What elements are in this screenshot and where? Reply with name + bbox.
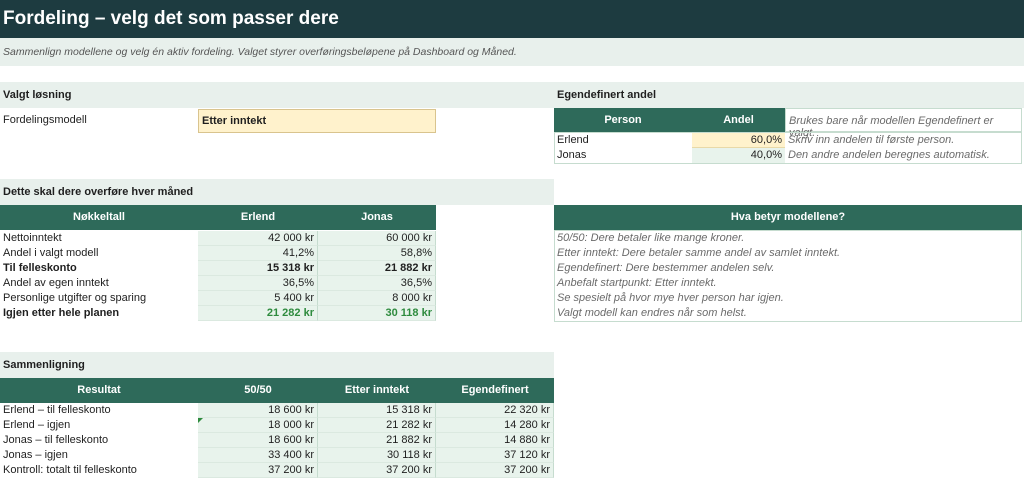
comparison-value: 30 118 kr: [318, 448, 436, 463]
comparison-row-label: Kontroll: totalt til felleskonto: [3, 464, 137, 476]
monthly-value-b: 21 882 kr: [318, 261, 436, 276]
monthly-value-b: 30 118 kr: [318, 306, 436, 321]
comparison-value: 18 600 kr: [198, 403, 318, 418]
comparison-value: 15 318 kr: [318, 403, 436, 418]
cell-error-indicator: [198, 418, 203, 423]
monthly-row-label: Personlige utgifter og sparing: [3, 292, 147, 304]
comparison-value: 37 200 kr: [436, 463, 554, 478]
monthly-row-label: Andel i valgt modell: [3, 247, 99, 259]
comparison-value: 14 880 kr: [436, 433, 554, 448]
comparison-col-5050: 50/50: [198, 378, 318, 403]
monthly-value-b: 60 000 kr: [318, 231, 436, 246]
monthly-col-key: Nøkkeltall: [0, 205, 198, 230]
monthly-section-heading: Dette skal dere overføre hver måned: [0, 179, 554, 205]
comparison-value: 18 600 kr: [198, 433, 318, 448]
comparison-value: 33 400 kr: [198, 448, 318, 463]
monthly-value-a: 21 282 kr: [198, 306, 318, 321]
comparison-value: 37 200 kr: [198, 463, 318, 478]
custom-share-input[interactable]: 60,0%: [692, 133, 785, 148]
custom-header-note: Brukes bare når modellen Egendefinert er…: [785, 108, 1022, 139]
models-line: Etter inntekt: Dere betaler samme andel …: [557, 247, 841, 259]
monthly-row-label: Til felleskonto: [3, 262, 77, 274]
monthly-value-a: 42 000 kr: [198, 231, 318, 246]
custom-col-person: Person: [554, 108, 692, 132]
comparison-value: 21 882 kr: [318, 433, 436, 448]
monthly-row-label: Igjen etter hele planen: [3, 307, 120, 319]
monthly-value-b: 58,8%: [318, 246, 436, 261]
models-line: Se spesielt på hvor mye hver person har …: [557, 292, 784, 304]
comparison-row-label: Erlend – til felleskonto: [3, 404, 111, 416]
custom-person-name: Jonas: [557, 149, 587, 161]
comparison-row-label: Jonas – til felleskonto: [3, 434, 109, 446]
comparison-value: 18 000 kr: [198, 418, 318, 433]
models-line: 50/50: Dere betaler like mange kroner.: [557, 232, 745, 244]
monthly-value-b: 8 000 kr: [318, 291, 436, 306]
comparison-row-label: Jonas – igjen: [3, 449, 68, 461]
monthly-value-a: 5 400 kr: [198, 291, 318, 306]
comparison-section-heading: Sammenligning: [0, 352, 554, 378]
custom-section-heading: Egendefinert andel: [554, 82, 1024, 108]
comparison-col-result: Resultat: [0, 378, 198, 403]
model-select[interactable]: Etter inntekt: [198, 109, 436, 133]
monthly-row-label: Andel av egen inntekt: [3, 277, 109, 289]
page-subtitle: Sammenlign modellene og velg én aktiv fo…: [0, 38, 1024, 66]
comparison-col-income: Etter inntekt: [318, 378, 436, 403]
comparison-value: 14 280 kr: [436, 418, 554, 433]
monthly-value-a: 41,2%: [198, 246, 318, 261]
custom-person-name: Erlend: [557, 134, 589, 146]
comparison-row-label: Erlend – igjen: [3, 419, 71, 431]
monthly-value-a: 15 318 kr: [198, 261, 318, 276]
monthly-value-b: 36,5%: [318, 276, 436, 291]
custom-row-note: Skriv inn andelen til første person.: [788, 134, 955, 146]
custom-row-note: Den andre andelen beregnes automatisk.: [788, 149, 990, 161]
comparison-value: 22 320 kr: [436, 403, 554, 418]
custom-col-share: Andel: [692, 108, 785, 132]
selected-section-heading: Valgt løsning: [0, 82, 554, 108]
custom-share-value: 40,0%: [692, 148, 785, 163]
monthly-value-a: 36,5%: [198, 276, 318, 291]
models-heading: Hva betyr modellene?: [554, 205, 1022, 230]
monthly-row-label: Nettoinntekt: [3, 232, 62, 244]
comparison-value: 37 200 kr: [318, 463, 436, 478]
models-line: Valgt modell kan endres når som helst.: [557, 307, 747, 319]
models-line: Anbefalt startpunkt: Etter inntekt.: [557, 277, 717, 289]
monthly-col-a: Erlend: [198, 205, 318, 230]
model-label: Fordelingsmodell: [3, 114, 87, 126]
comparison-value: 21 282 kr: [318, 418, 436, 433]
comparison-col-custom: Egendefinert: [436, 378, 554, 403]
comparison-value: 37 120 kr: [436, 448, 554, 463]
models-line: Egendefinert: Dere bestemmer andelen sel…: [557, 262, 775, 274]
page-title: Fordeling – velg det som passer dere: [0, 2, 1024, 38]
monthly-col-b: Jonas: [318, 205, 436, 230]
